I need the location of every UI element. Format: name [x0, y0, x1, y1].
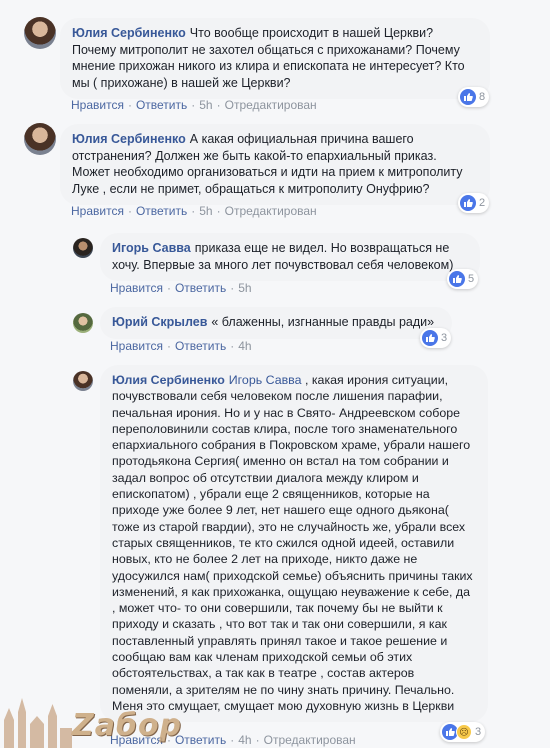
like-link[interactable]: Нравится: [110, 339, 163, 353]
comment-author[interactable]: Юлия Сербиненко: [72, 132, 186, 146]
avatar[interactable]: [73, 238, 93, 258]
sad-face-icon: ☹: [456, 724, 472, 740]
comment-actions: Нравится · Ответить · 5h · Отредактирован: [71, 204, 317, 218]
avatar[interactable]: [24, 123, 56, 155]
edited-label[interactable]: Отредактирован: [225, 98, 317, 112]
comment-actions: Нравится · Ответить · 5h: [110, 281, 252, 295]
edited-label[interactable]: Отредактирован: [225, 204, 317, 218]
thumbs-up-icon: [422, 330, 438, 346]
reactions-badge[interactable]: 2: [458, 193, 490, 213]
thumbs-up-icon: [460, 195, 476, 211]
comment-actions: Нравится · Ответить · 4h: [110, 339, 252, 353]
reactions-badge[interactable]: 8: [458, 87, 490, 107]
reaction-count: 5: [468, 273, 475, 285]
timestamp[interactable]: 5h: [199, 204, 212, 218]
thumbs-up-icon: [460, 89, 476, 105]
reply-link[interactable]: Ответить: [136, 98, 187, 112]
timestamp[interactable]: 5h: [238, 281, 251, 295]
reactions-badge[interactable]: 3: [420, 328, 452, 348]
watermark-logo: Zaбор: [72, 708, 183, 743]
comment-bubble: Юрий Скрылев « блаженны, изгнанные правды…: [100, 307, 452, 339]
like-link[interactable]: Нравится: [71, 204, 124, 218]
comment-text: , какая ирония ситуации, почувствовали с…: [112, 373, 473, 713]
reply-link[interactable]: Ответить: [175, 339, 226, 353]
comment-bubble: Юлия Сербиненко Что вообще происходит в н…: [60, 18, 490, 99]
mention-link[interactable]: Игорь Савва: [229, 373, 302, 387]
like-link[interactable]: Нравится: [71, 98, 124, 112]
avatar[interactable]: [24, 17, 56, 49]
reply-link[interactable]: Ответить: [175, 281, 226, 295]
timestamp[interactable]: 4h: [238, 339, 251, 353]
comment-author[interactable]: Юрий Скрылев: [112, 315, 207, 329]
comment-actions: Нравится · Ответить · 5h · Отредактирован: [71, 98, 317, 112]
timestamp[interactable]: 5h: [199, 98, 212, 112]
comment-author[interactable]: Юлия Сербиненко: [112, 373, 225, 387]
comment-bubble: Игорь Савва приказа еще не видел. Но возв…: [100, 233, 480, 281]
avatar[interactable]: [73, 371, 93, 391]
edited-label[interactable]: Отредактирован: [264, 733, 356, 747]
reaction-count: 3: [475, 726, 482, 738]
comment-author[interactable]: Игорь Савва: [112, 241, 191, 255]
comment-author[interactable]: Юлия Сербиненко: [72, 26, 186, 40]
reactions-badge[interactable]: ☹ 3: [440, 722, 486, 742]
timestamp[interactable]: 4h: [238, 733, 251, 747]
reactions-badge[interactable]: 5: [447, 269, 479, 289]
reaction-count: 2: [479, 197, 486, 209]
like-link[interactable]: Нравится: [110, 281, 163, 295]
reaction-count: 3: [441, 332, 448, 344]
reply-link[interactable]: Ответить: [175, 733, 226, 747]
comment-bubble: Юлия Сербиненко А какая официальная причи…: [60, 124, 490, 205]
thumbs-up-icon: [449, 271, 465, 287]
reaction-count: 8: [479, 91, 486, 103]
comment-text: « блаженны, изгнанные правды ради»: [211, 315, 435, 329]
avatar[interactable]: [73, 313, 93, 333]
reply-link[interactable]: Ответить: [136, 204, 187, 218]
comment-bubble: Юлия Сербиненко Игорь Савва , какая ирони…: [100, 365, 488, 723]
